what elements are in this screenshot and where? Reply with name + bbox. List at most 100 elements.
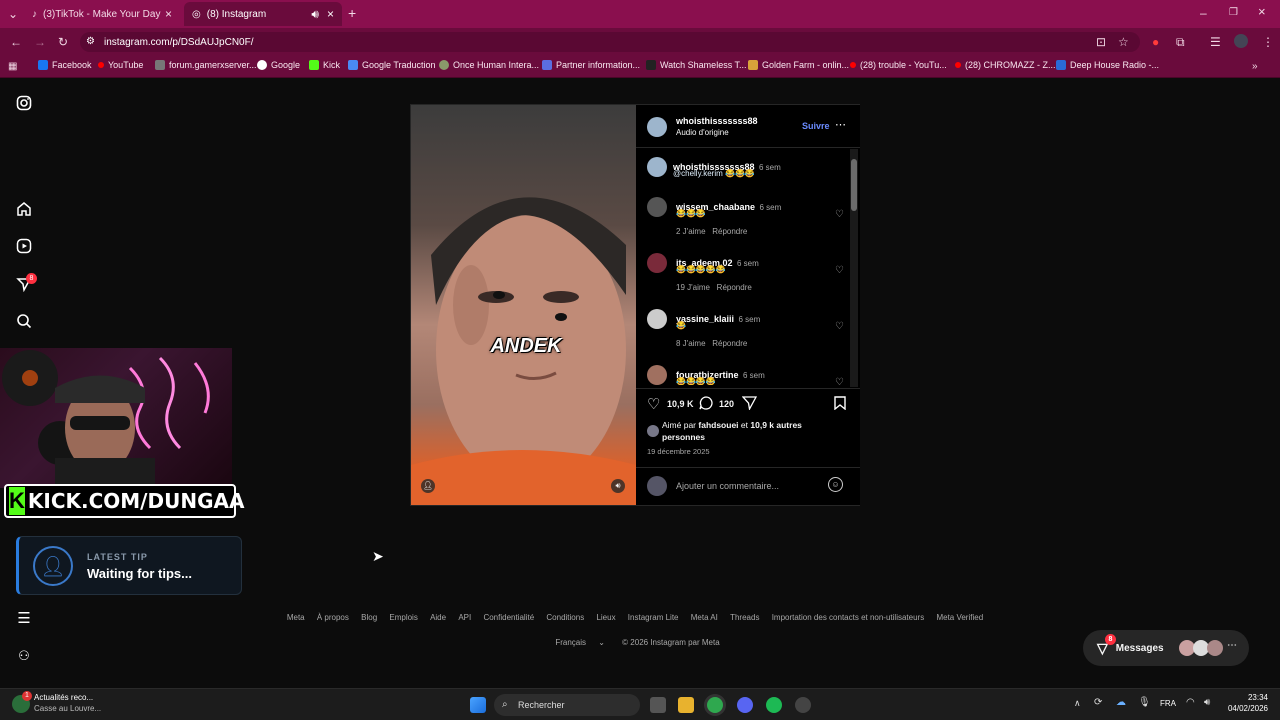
tab-tiktok[interactable]: ♪ (3)TikTok - Make Your Day × xyxy=(24,2,180,26)
avatar[interactable] xyxy=(647,253,667,273)
reel-video[interactable]: ANDEK 👤︎ 🔊︎ xyxy=(411,105,636,505)
messages-button[interactable]: ▽ 8 Messages ⋯ xyxy=(1083,630,1249,666)
reels-icon[interactable] xyxy=(15,238,33,256)
avatar[interactable] xyxy=(647,197,667,217)
footer-link[interactable]: À propos xyxy=(317,613,349,622)
bookmark-item[interactable]: Watch Shameless T... xyxy=(646,60,747,70)
notifications-icon[interactable]: 8 xyxy=(15,273,37,294)
file-explorer-icon[interactable] xyxy=(678,697,694,713)
chevron-up-icon[interactable]: ∧ xyxy=(1074,698,1081,709)
forward-icon[interactable]: → xyxy=(34,36,46,48)
clock-date[interactable]: 04/02/2026 xyxy=(1222,704,1268,713)
footer-link[interactable]: Aide xyxy=(430,613,446,622)
volume-icon[interactable]: 🔊︎ xyxy=(611,479,625,493)
avatar[interactable] xyxy=(647,309,667,329)
comment-time[interactable]: 6 sem xyxy=(743,371,765,380)
discord-icon[interactable] xyxy=(737,697,753,713)
close-window-button[interactable]: × xyxy=(1258,5,1266,18)
liked-by-user[interactable]: fahdsouei xyxy=(698,420,738,430)
input-language[interactable]: FRA xyxy=(1160,699,1176,708)
comment-time[interactable]: 6 sem xyxy=(739,315,761,324)
minimize-button[interactable]: – xyxy=(1200,7,1207,19)
home-icon[interactable] xyxy=(15,201,33,219)
comments-scrollbar[interactable] xyxy=(850,149,858,387)
like-heart-icon[interactable]: ♡ xyxy=(647,395,660,413)
media-icon[interactable]: ☰ xyxy=(1210,36,1221,48)
comments-count[interactable]: 120 xyxy=(719,399,734,409)
share-icon[interactable] xyxy=(741,396,758,415)
bookmark-item[interactable]: Facebook xyxy=(38,60,92,70)
back-icon[interactable]: ← xyxy=(10,36,22,48)
close-icon[interactable]: × xyxy=(327,7,334,21)
avatar[interactable] xyxy=(647,157,667,177)
reply-button[interactable]: Répondre xyxy=(712,227,747,236)
extensions-icon[interactable]: ⧉ xyxy=(1176,36,1185,48)
footer-link[interactable]: Confidentialité xyxy=(483,613,534,622)
footer-link[interactable]: Lieux xyxy=(596,613,615,622)
apps-icon[interactable]: ▦ xyxy=(8,61,17,73)
more-apps-icon[interactable]: ⚇ xyxy=(15,647,33,665)
follow-button[interactable]: Suivre xyxy=(802,121,830,131)
maximize-button[interactable]: ❐ xyxy=(1229,7,1238,19)
tagged-user-icon[interactable]: 👤︎ xyxy=(421,479,435,493)
tab-menu-icon[interactable]: ⌄ xyxy=(8,8,18,20)
reply-button[interactable]: Répondre xyxy=(717,283,752,292)
scrollbar-thumb[interactable] xyxy=(851,159,857,211)
bookmark-item[interactable]: Golden Farm - onlin... xyxy=(748,60,849,70)
news-title[interactable]: Actualités reco... xyxy=(34,693,93,702)
avatar[interactable] xyxy=(647,425,659,437)
footer-link[interactable]: Conditions xyxy=(546,613,584,622)
search-icon[interactable] xyxy=(15,313,33,331)
extension-icon[interactable]: ● xyxy=(1152,36,1159,48)
reply-button[interactable]: Répondre xyxy=(712,339,747,348)
bookmark-item[interactable]: (28) CHROMAZZ - Z... xyxy=(955,60,1056,70)
bookmark-item[interactable]: Google Traduction xyxy=(348,60,436,70)
site-info-icon[interactable]: ⚙ xyxy=(86,36,95,47)
new-tab-button[interactable]: + xyxy=(348,6,356,20)
chrome-icon[interactable] xyxy=(707,697,723,713)
add-comment-input[interactable]: Ajouter un commentaire... xyxy=(676,477,816,495)
taskbar-search[interactable]: ⌕ Rechercher xyxy=(494,694,640,716)
bookmark-item[interactable]: forum.gamerxserver... xyxy=(155,60,257,70)
footer-link[interactable]: Meta AI xyxy=(691,613,718,622)
post-date[interactable]: 19 décembre 2025 xyxy=(647,447,710,456)
cloud-sync-icon[interactable]: ⟳ xyxy=(1094,697,1102,708)
reload-icon[interactable]: ↻ xyxy=(58,36,68,48)
tab-instagram[interactable]: ◎ (8) Instagram 🔊︎ × xyxy=(184,2,342,26)
news-subtitle[interactable]: Casse au Louvre... xyxy=(34,704,101,713)
comment-time[interactable]: 6 sem xyxy=(737,259,759,268)
comment-likes[interactable]: 2 J'aime xyxy=(676,227,706,236)
app-icon[interactable] xyxy=(795,697,811,713)
save-bookmark-icon[interactable] xyxy=(834,396,846,415)
bookmark-star-icon[interactable]: ☆ xyxy=(1118,36,1129,48)
footer-link[interactable]: Instagram Lite xyxy=(628,613,679,622)
more-bookmarks-icon[interactable]: » xyxy=(1252,61,1258,73)
comment-like-heart-icon[interactable]: ♡ xyxy=(835,265,844,276)
bookmark-item[interactable]: Partner information... xyxy=(542,60,640,70)
windows-start-icon[interactable] xyxy=(470,697,486,713)
spotify-icon[interactable] xyxy=(766,697,782,713)
install-app-icon[interactable]: ⊡ xyxy=(1096,36,1106,48)
clock-time[interactable]: 23:34 xyxy=(1224,693,1268,702)
comment-likes[interactable]: 19 J'aime xyxy=(676,283,710,292)
comment-like-heart-icon[interactable]: ♡ xyxy=(835,209,844,220)
speaker-icon[interactable]: 🔊︎ xyxy=(311,7,319,22)
comment-time[interactable]: 6 sem xyxy=(760,203,782,212)
more-options-icon[interactable]: ⋯ xyxy=(835,118,846,131)
bookmark-item[interactable]: (28) trouble - YouTu... xyxy=(850,60,947,70)
comment-icon[interactable] xyxy=(699,396,713,415)
volume-icon[interactable]: 🔊︎ xyxy=(1204,697,1210,708)
comment-like-heart-icon[interactable]: ♡ xyxy=(835,377,844,388)
comment-likes[interactable]: 8 J'aime xyxy=(676,339,706,348)
footer-link[interactable]: Blog xyxy=(361,613,377,622)
bookmark-item[interactable]: Kick xyxy=(309,60,340,70)
profile-avatar[interactable] xyxy=(1234,34,1248,48)
footer-link[interactable]: Meta xyxy=(287,613,305,622)
footer-link[interactable]: Threads xyxy=(730,613,759,622)
url-field[interactable]: ⚙ instagram.com/p/DSdAUJpCN0F/ xyxy=(80,32,1140,52)
language-select[interactable]: Français ⌄ xyxy=(550,638,610,647)
menu-icon[interactable]: ⋮ xyxy=(1262,36,1274,48)
post-author[interactable]: whoisthisssssss88 xyxy=(676,116,758,126)
bookmark-item[interactable]: Google xyxy=(257,60,300,70)
bookmark-item[interactable]: YouTube xyxy=(98,60,143,70)
